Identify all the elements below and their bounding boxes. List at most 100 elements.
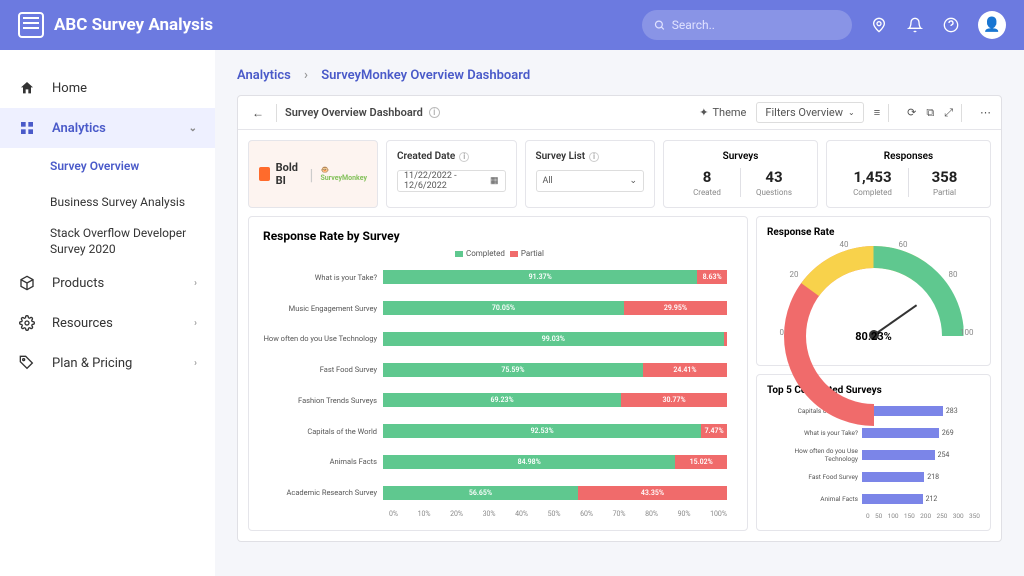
stat-value: 358 [909, 168, 980, 186]
surveymonkey-label: 🐵 SurveyMonkey [320, 166, 367, 182]
list-view-icon[interactable]: ≡ [874, 106, 880, 119]
bar [862, 494, 923, 504]
main: Analytics › SurveyMonkey Overview Dashbo… [215, 50, 1024, 576]
sidebar-item-label: Plan & Pricing [52, 356, 132, 371]
chart-row: Fast Food Survey75.59%24.41% [263, 359, 727, 381]
survey-select[interactable]: All ⌄ [536, 170, 645, 192]
stat-label: Created [674, 188, 740, 197]
breadcrumb-current: SurveyMonkey Overview Dashboard [321, 68, 530, 83]
stat-value: 1,453 [837, 168, 908, 186]
bar [862, 428, 939, 438]
search-box[interactable] [642, 10, 852, 40]
bar-value: 254 [938, 451, 950, 459]
filters-dropdown[interactable]: Filters Overview⌄ [756, 102, 863, 123]
theme-button[interactable]: ✦Theme [699, 106, 746, 119]
gauge-tick: 40 [840, 240, 849, 249]
sidebar-item-home[interactable]: Home [0, 68, 215, 108]
chart-row: How often do you Use Technology99.03% [263, 328, 727, 350]
boldbi-icon [259, 167, 270, 181]
sidebar-sub-survey-overview[interactable]: Survey Overview [0, 148, 215, 184]
stat-label: Questions [741, 188, 807, 197]
divider [961, 104, 962, 122]
gear-icon [18, 314, 36, 332]
bar-value: 283 [946, 407, 958, 415]
dashboard-header: ← Survey Overview Dashboard i ✦Theme Fil… [238, 96, 1001, 130]
bar-label: Academic Research Survey [263, 488, 383, 497]
surveys-stat-card: Surveys 8 Created 43 Questions [663, 140, 818, 208]
sidebar: Home Analytics ⌄ Survey Overview Busines… [0, 50, 215, 576]
bar-label: Fast Food Survey [263, 365, 383, 374]
info-icon[interactable]: i [429, 107, 440, 118]
bar [862, 472, 924, 482]
sidebar-item-analytics[interactable]: Analytics ⌄ [0, 108, 215, 148]
chart-row: Animal Facts 212 [767, 490, 980, 508]
fullscreen-icon[interactable]: ⤢ [944, 106, 953, 120]
sidebar-item-label: Products [52, 276, 104, 291]
select-value: All [543, 176, 553, 186]
search-input[interactable] [672, 18, 840, 32]
bell-icon[interactable] [906, 16, 924, 34]
sidebar-sub-stackoverflow[interactable]: Stack Overflow Developer Survey 2020 [0, 220, 215, 263]
sidebar-sub-business-survey[interactable]: Business Survey Analysis [0, 184, 215, 220]
chart-row: Fast Food Survey218 [767, 468, 980, 486]
stat-value: 8 [674, 168, 740, 186]
refresh-icon[interactable]: ⟳ [907, 106, 916, 119]
divider [888, 104, 889, 122]
chevron-down-icon: ⌄ [629, 176, 637, 186]
boldbi-label: Bold BI [276, 161, 303, 187]
chevron-right-icon: › [304, 68, 308, 83]
sidebar-item-pricing[interactable]: Plan & Pricing › [0, 343, 215, 383]
info-icon[interactable]: i [459, 152, 469, 162]
user-avatar[interactable]: 👤 [978, 11, 1006, 39]
link-icon[interactable]: ⧉ [926, 106, 934, 120]
chart-legend: Completed Partial [263, 249, 733, 258]
logo-card: Bold BI | 🐵 SurveyMonkey [248, 140, 378, 208]
divider [276, 104, 277, 122]
info-icon[interactable]: i [589, 152, 599, 162]
stat-value: 43 [741, 168, 807, 186]
date-range-input[interactable]: 11/22/2022 - 12/6/2022 ▦ [397, 170, 506, 192]
date-value: 11/22/2022 - 12/6/2022 [404, 171, 490, 191]
card-title: Surveys [674, 151, 807, 162]
breadcrumb-link[interactable]: Analytics [237, 68, 291, 83]
bar [862, 450, 935, 460]
chart-row: What is your Take? 269 [767, 424, 980, 442]
location-icon[interactable] [870, 16, 888, 34]
gauge-tick: 60 [899, 240, 908, 249]
card-title: Responses [837, 151, 980, 162]
bar-label: How often do you Use Technology [767, 447, 862, 463]
survey-list-card: Survey Listi All ⌄ [525, 140, 656, 208]
responses-stat-card: Responses 1,453 Completed 358 Partial [826, 140, 991, 208]
chart-title: Response Rate [767, 227, 980, 238]
gauge-tick: 20 [790, 270, 799, 279]
response-rate-chart: Response Rate by Survey Completed Partia… [248, 216, 748, 531]
bar-label: How often do you Use Technology [263, 334, 383, 343]
home-icon [18, 79, 36, 97]
bar-value: 212 [926, 495, 938, 503]
more-icon[interactable]: ⋯ [980, 106, 991, 119]
chart-row: Academic Research Survey56.65%43.35% [263, 482, 727, 504]
grid-icon [18, 119, 36, 137]
gauge-tick: 80 [949, 270, 958, 279]
back-button[interactable]: ← [248, 106, 268, 120]
help-icon[interactable] [942, 16, 960, 34]
bar-label: Fashion Trends Surveys [263, 396, 383, 405]
topbar: ABC Survey Analysis 👤 [0, 0, 1024, 50]
chart-row: Music Engagement Survey70.05%29.95% [263, 297, 727, 319]
bar-label: Fast Food Survey [767, 473, 862, 481]
bar-label: Animal Facts [767, 495, 862, 503]
chart-row: Capitals of the World92.53%7.47% [263, 420, 727, 442]
sidebar-item-resources[interactable]: Resources › [0, 303, 215, 343]
response-rate-gauge: Response Rate 0 20 40 60 80 100 80.23% [756, 216, 991, 366]
sidebar-item-label: Analytics [52, 121, 106, 136]
stat-label: Partial [909, 188, 980, 197]
dashboard-title: Survey Overview Dashboard [285, 106, 423, 119]
bar-value: 269 [942, 429, 954, 437]
bar-label: What is your Take? [767, 429, 862, 437]
stat-label: Completed [837, 188, 908, 197]
sidebar-item-products[interactable]: Products › [0, 263, 215, 303]
app-title: ABC Survey Analysis [54, 15, 213, 35]
sidebar-item-label: Resources [52, 316, 113, 331]
bar [862, 406, 943, 416]
tag-icon [18, 354, 36, 372]
